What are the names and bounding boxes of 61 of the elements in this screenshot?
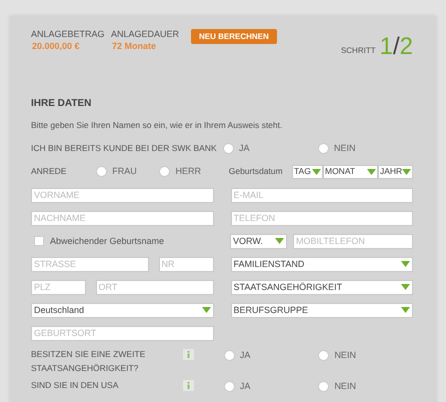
caret-icon [202,307,210,314]
duration-value: 72 Monate [111,40,158,52]
step-label: SCHRITT [340,45,376,57]
caret-icon [402,168,412,175]
radio-label: JA [238,142,250,155]
radio-label: NEIN [334,142,356,155]
input-field[interactable]: TELEFON [230,210,413,226]
radio-label: JA [240,380,250,393]
intro-text: Bitte geben Sie Ihren Namen so ein, wie er in Ihrem Ausweis steht. [31,119,284,132]
dropdown[interactable]: BERUFSGRUPPE [230,302,413,318]
caret-icon [312,168,321,175]
radio-button[interactable] [224,381,235,392]
dropdown[interactable]: VORW. [230,234,287,249]
step-total: 2 [400,35,413,59]
step-current: 1 [380,35,393,59]
amount-label: ANLAGEBETRAG [31,28,106,40]
info-icon [182,348,194,360]
date-dropdown[interactable]: JAHR [378,164,413,179]
radio-label: FRAU [112,165,137,178]
input-field[interactable]: GEBURTSORT [31,326,214,341]
caret-icon [401,284,410,290]
radio-button[interactable] [159,166,170,178]
input-field[interactable]: MOBILTELEFON [293,234,413,249]
radio-button[interactable] [222,143,234,154]
input-field[interactable]: VORNAME [31,188,214,203]
radio-label: NEIN [334,380,356,393]
dropdown[interactable]: FAMILIENSTAND [230,256,413,272]
step-separator: / [392,35,400,59]
question-label: BESITZEN SIE EINE ZWEITE STAATSANGEHÖRIGKEIT? [31,348,146,375]
radio-button[interactable] [318,143,329,154]
radio-label: JA [240,348,250,362]
caret-icon [401,261,410,268]
birthdate-label: Geburtsdatum [228,165,284,178]
radio-button[interactable] [318,381,330,392]
radio-label: HERR [175,165,201,178]
input-field[interactable]: ORT [96,280,214,295]
radio-button[interactable] [224,350,235,361]
date-dropdown[interactable]: MONAT [322,164,378,179]
dropdown[interactable]: STAATSANGEHÖRIGKEIT [230,280,413,295]
question-label: SIND SIE IN DEN USA [31,378,120,392]
customer-question: ICH BIN BEREITS KUNDE BEI DER SWK BANK [31,142,218,156]
radio-button[interactable] [96,166,108,178]
input-field[interactable]: STRASSE [31,256,149,272]
caret-icon [275,238,284,244]
input-field[interactable]: PLZ [31,280,86,295]
amount-value: 20.000,00 € [31,40,81,52]
checkbox[interactable] [34,236,44,246]
checkbox-label: Abweichender Geburtsname [50,234,164,248]
input-field[interactable]: NR [158,256,214,272]
input-field[interactable]: NACHNAME [31,210,214,226]
section-title: IHRE DATEN [31,97,92,111]
date-dropdown[interactable]: TAG [292,164,323,179]
caret-icon [401,307,410,314]
dropdown[interactable]: Deutschland [31,302,214,318]
salutation-label: ANREDE [31,165,68,178]
radio-label: NEIN [334,348,356,362]
input-field[interactable]: E-MAIL [230,188,413,203]
caret-icon [366,168,376,175]
duration-label: ANLAGEDAUER [111,28,180,40]
radio-button[interactable] [318,350,330,361]
info-icon [182,380,194,391]
